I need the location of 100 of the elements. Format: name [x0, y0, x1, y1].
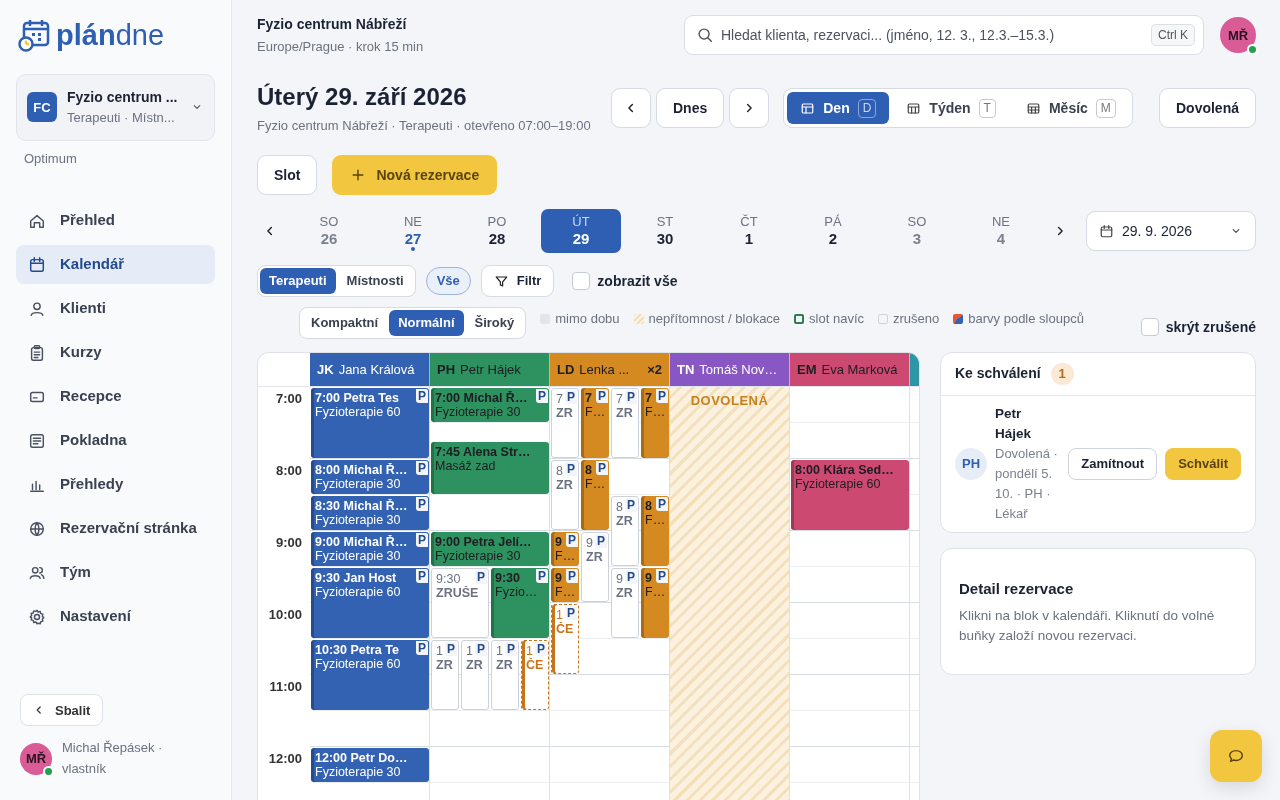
- booking-block[interactable]: 8:00 Klára Sed… Fyzioterapie 60: [791, 460, 909, 530]
- nav-item[interactable]: Přehled: [16, 201, 215, 240]
- day-tab[interactable]: NE 4: [961, 209, 1041, 253]
- booking-title: 7: [585, 391, 593, 405]
- all-filter-chip[interactable]: Vše: [425, 267, 471, 295]
- booking-title: 10:30 Petra Te: [315, 643, 400, 657]
- view-tab[interactable]: Týden T: [893, 92, 1009, 125]
- booking-block[interactable]: 7 P ZR: [551, 388, 579, 458]
- checkbox[interactable]: [1140, 318, 1159, 336]
- mode-tab[interactable]: Terapeuti: [260, 268, 336, 294]
- booking-service: ZR: [586, 550, 604, 564]
- booking-title: 8: [585, 463, 593, 477]
- density-tab[interactable]: Kompaktní: [302, 310, 388, 336]
- nav-item[interactable]: Přehledy: [16, 465, 215, 504]
- status-tag: P: [536, 569, 548, 583]
- booking-block[interactable]: 10:30 Petra Te P Fyzioterapie 60: [311, 640, 429, 710]
- approve-button[interactable]: Schválit: [1165, 447, 1241, 480]
- booking-block[interactable]: 7 P F…: [641, 388, 669, 458]
- status-tag: P: [565, 390, 577, 404]
- booking-block[interactable]: 9 P ZR: [611, 568, 639, 638]
- booking-block[interactable]: 7 P ZR: [611, 388, 639, 458]
- column-name: Jana Králová: [338, 360, 415, 379]
- day-tab[interactable]: NE 27: [373, 209, 453, 253]
- booking-block[interactable]: 8:30 Michal Ř… P Fyzioterapie 30: [311, 496, 429, 530]
- booking-block[interactable]: 8 P F…: [581, 460, 609, 530]
- day-tab[interactable]: SO 3: [877, 209, 957, 253]
- day-view-icon: [800, 100, 816, 116]
- user-avatar[interactable]: MŘ: [20, 743, 52, 776]
- day-tab[interactable]: ÚT 29: [541, 209, 621, 253]
- nav-item[interactable]: Pokladna: [16, 421, 215, 460]
- booking-block[interactable]: 1 P ČE: [521, 640, 549, 710]
- time-label: 10:00: [267, 606, 303, 624]
- booking-block[interactable]: 9:00 Michal Ř… P Fyzioterapie 30: [311, 532, 429, 566]
- booking-block[interactable]: 9 P F…: [551, 568, 579, 602]
- status-tag: P: [416, 461, 428, 475]
- status-tag: P: [656, 389, 668, 403]
- today-button[interactable]: Dnes: [656, 88, 725, 129]
- booking-block[interactable]: 9:30 P Fyzio…: [491, 568, 549, 638]
- booking-block[interactable]: 8 P F…: [641, 496, 669, 566]
- booking-block[interactable]: 7 P F…: [581, 388, 609, 458]
- day-tab[interactable]: SO 26: [289, 209, 369, 253]
- date-picker[interactable]: 29. 9. 2026: [1086, 211, 1256, 251]
- booking-block[interactable]: 9 P F…: [551, 532, 579, 566]
- booking-title: 7:45 Alena Str…: [435, 445, 532, 459]
- new-booking-button[interactable]: Nová rezervace: [332, 155, 498, 195]
- booking-title: 9:00 Petra Jelí…: [435, 535, 533, 549]
- shortcut-hint: T: [978, 98, 996, 118]
- nav-item[interactable]: Rezervační stránka: [16, 509, 215, 548]
- density-tab[interactable]: Široký: [465, 310, 524, 336]
- filter-button[interactable]: Filtr: [480, 265, 555, 297]
- booking-block[interactable]: 9 P F…: [641, 568, 669, 638]
- booking-block[interactable]: 7:45 Alena Str… Masáž zad: [431, 442, 549, 494]
- day-tab[interactable]: ČT 1: [709, 209, 789, 253]
- chat-button[interactable]: [1210, 730, 1262, 782]
- slot-button[interactable]: Slot: [257, 155, 318, 195]
- checkbox[interactable]: [572, 272, 591, 290]
- next-button[interactable]: [729, 88, 770, 129]
- vacation-button[interactable]: Dovolená: [1159, 88, 1256, 129]
- booking-service: Fyzioterapie 30: [435, 549, 522, 563]
- organization-switcher[interactable]: FC Fyzio centrum ... Terapeuti · Místn...: [16, 74, 215, 141]
- booking-title: 8: [556, 464, 564, 478]
- booking-block[interactable]: 8:00 Michal Ř… P Fyzioterapie 30: [311, 460, 429, 494]
- logo-icon: [18, 18, 52, 52]
- day-tab[interactable]: ST 30: [625, 209, 705, 253]
- nav-item[interactable]: Klienti: [16, 289, 215, 328]
- nav-item[interactable]: Recepce: [16, 377, 215, 416]
- booking-service: F…: [555, 585, 577, 599]
- booking-block[interactable]: 7:00 Michal Ř… P Fyzioterapie 30: [431, 388, 549, 422]
- booking-block[interactable]: 1 P ČE: [551, 604, 579, 674]
- booking-block[interactable]: 9:00 Petra Jelí… Fyzioterapie 30: [431, 532, 549, 566]
- checkbox-label[interactable]: skrýt zrušené: [1165, 316, 1256, 338]
- booking-block[interactable]: 1 P ZR: [461, 640, 489, 710]
- booking-block[interactable]: 9:30 P ZRUŠE: [431, 568, 489, 638]
- booking-block[interactable]: 8 P ZR: [551, 460, 579, 530]
- booking-block[interactable]: 8 P ZR: [611, 496, 639, 566]
- booking-block[interactable]: 9 P ZR: [581, 532, 609, 602]
- nav-item[interactable]: Kalendář: [16, 245, 215, 284]
- booking-title: 7:00 Michal Ř…: [435, 391, 529, 405]
- day-tab[interactable]: PÁ 2: [793, 209, 873, 253]
- day-tab[interactable]: PO 28: [457, 209, 537, 253]
- time-label: 8:00: [274, 462, 303, 480]
- nav-item[interactable]: Tým: [16, 553, 215, 592]
- settings-icon: [28, 607, 46, 626]
- booking-service: Masáž zad: [435, 459, 497, 473]
- nav-item[interactable]: Nastavení: [16, 597, 215, 636]
- reject-button[interactable]: Zamítnout: [1068, 447, 1158, 480]
- booking-block[interactable]: 7:00 Petra Tes P Fyzioterapie 60: [311, 388, 429, 458]
- view-tab[interactable]: Den D: [787, 92, 890, 125]
- booking-block[interactable]: 12:00 Petr Do… Fyzioterapie 30: [311, 748, 429, 782]
- checkbox-label[interactable]: zobrazit vše: [597, 270, 678, 292]
- booking-block[interactable]: 9:30 Jan Host P Fyzioterapie 60: [311, 568, 429, 638]
- booking-block[interactable]: 1 P ZR: [491, 640, 519, 710]
- booking-block[interactable]: 1 P ZR: [431, 640, 459, 710]
- mode-tab[interactable]: Místnosti: [337, 268, 413, 294]
- collapse-button[interactable]: Sbalit: [20, 694, 104, 727]
- nav-item[interactable]: Kurzy: [16, 333, 215, 372]
- density-tab[interactable]: Normální: [389, 310, 464, 336]
- view-tab[interactable]: Měsíc M: [1012, 92, 1129, 125]
- previous-button[interactable]: [611, 88, 651, 129]
- user-avatar[interactable]: MŘ: [1220, 17, 1256, 54]
